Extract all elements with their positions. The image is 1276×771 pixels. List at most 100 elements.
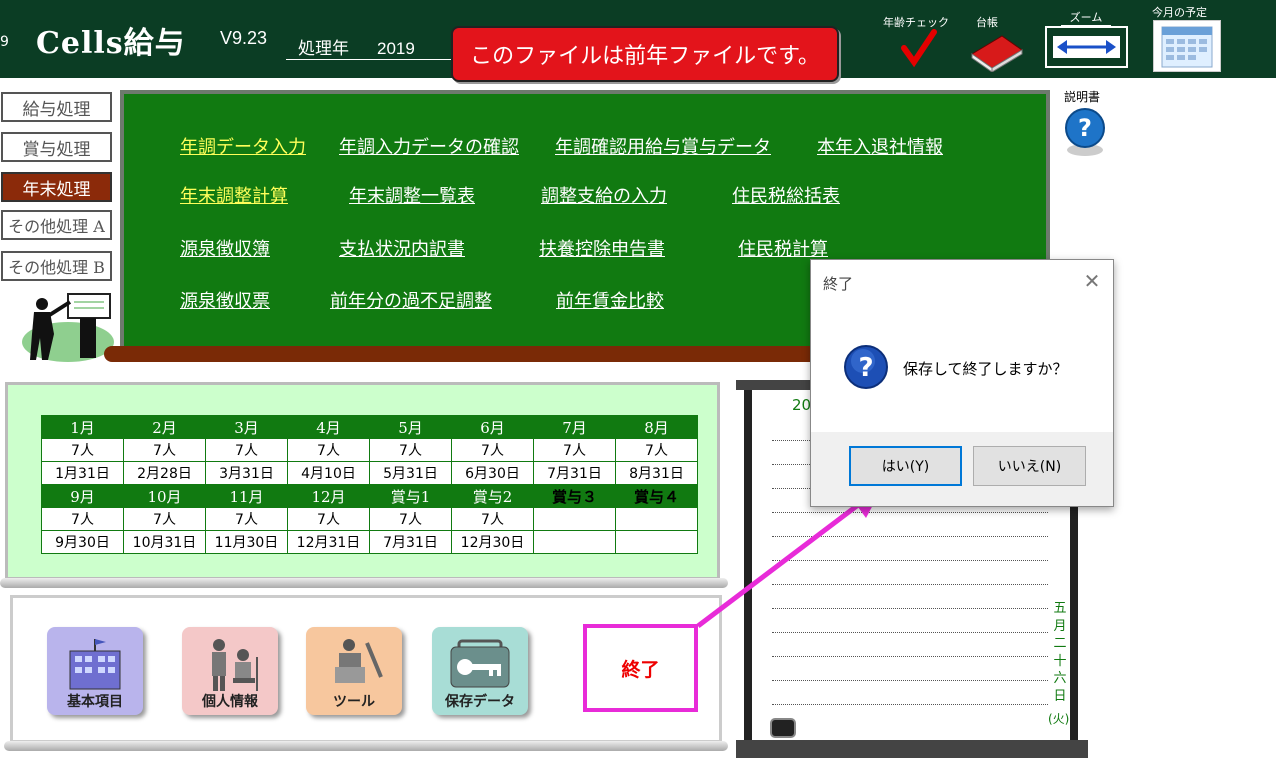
date-char: 月: [1053, 618, 1067, 634]
month-header[interactable]: 8月: [615, 415, 698, 439]
menu-resident-tax-calc[interactable]: 住民税計算: [738, 235, 828, 261]
menu-adjustment-payment[interactable]: 調整支給の入力: [541, 182, 667, 208]
board-scroll-knob[interactable]: [770, 718, 796, 738]
employee-count: 7人: [615, 438, 698, 462]
dialog-close-icon[interactable]: ✕: [1079, 268, 1105, 294]
yes-button[interactable]: はい(Y): [849, 446, 962, 486]
employee-count: 7人: [533, 438, 616, 462]
board-year: 20: [792, 396, 812, 414]
personal-info-label: 個人情報: [202, 694, 258, 710]
employee-count: [533, 507, 616, 531]
month-header[interactable]: 12月: [287, 484, 370, 508]
key-case-icon: [450, 639, 510, 688]
pay-date: 2月28日: [123, 461, 206, 485]
menu-payment-breakdown[interactable]: 支払状況内訳書: [339, 235, 465, 261]
nav-salary[interactable]: 給与処理: [1, 92, 112, 122]
personal-info-button[interactable]: 個人情報: [182, 627, 278, 715]
pay-date: 12月30日: [451, 530, 534, 554]
presenter-illustration: [18, 290, 114, 362]
table-row: 9月 10月 11月 12月 賞与1 賞与2 賞与３ 賞与４: [41, 484, 698, 508]
pay-date: 7月31日: [369, 530, 452, 554]
pay-date: 7月31日: [533, 461, 616, 485]
exit-button[interactable]: 終了: [583, 624, 698, 712]
red-book-icon: [971, 35, 1023, 73]
svg-text:?: ?: [1078, 114, 1092, 142]
help-icon: ?: [1065, 108, 1105, 156]
tools-label: ツール: [333, 694, 375, 710]
menu-year-end-list[interactable]: 年末調整一覧表: [349, 182, 475, 208]
month-header[interactable]: 9月: [41, 484, 124, 508]
month-header[interactable]: 4月: [287, 415, 370, 439]
date-char: 二: [1053, 636, 1067, 651]
previous-year-banner: このファイルは前年ファイルです。: [451, 26, 839, 82]
ledger-button[interactable]: [968, 28, 1026, 73]
month-header[interactable]: 10月: [123, 484, 206, 508]
nav-year-end[interactable]: 年末処理: [1, 172, 112, 202]
menu-hire-leave-info[interactable]: 本年入退社情報: [817, 133, 943, 159]
bonus-header[interactable]: 賞与４: [615, 484, 698, 508]
month-header[interactable]: 3月: [205, 415, 288, 439]
basic-items-button[interactable]: 基本項目: [47, 627, 143, 715]
menu-year-end-input-check[interactable]: 年調入力データの確認: [339, 133, 519, 159]
tools-button[interactable]: ツール: [306, 627, 402, 715]
nav-other-a[interactable]: その他処理 A: [1, 210, 112, 240]
no-button[interactable]: いいえ(N): [973, 446, 1086, 486]
pay-date: 8月31日: [615, 461, 698, 485]
panel-shelf: [4, 741, 728, 751]
zoom-label: ズーム: [1061, 9, 1111, 26]
pay-date: 4月10日: [287, 461, 370, 485]
employee-count: 7人: [123, 438, 206, 462]
version-label: V9.23: [220, 28, 268, 48]
saved-data-button[interactable]: 保存データ: [432, 627, 528, 715]
employee-count: 7人: [369, 507, 452, 531]
date-char: 五: [1053, 601, 1067, 616]
menu-dependent-declaration[interactable]: 扶養控除申告書: [539, 235, 665, 261]
bonus-header[interactable]: 賞与1: [369, 484, 452, 508]
month-header[interactable]: 5月: [369, 415, 452, 439]
month-header[interactable]: 6月: [451, 415, 534, 439]
employee-count: 7人: [41, 507, 124, 531]
pay-date: 6月30日: [451, 461, 534, 485]
schedule-button[interactable]: [1153, 20, 1221, 72]
bonus-header[interactable]: 賞与2: [451, 484, 534, 508]
month-header[interactable]: 1月: [41, 415, 124, 439]
employee-count: 7人: [369, 438, 452, 462]
menu-salary-bonus-check-data[interactable]: 年調確認用給与賞与データ: [555, 133, 771, 159]
menu-prior-year-adjustment[interactable]: 前年分の過不足調整: [330, 287, 492, 313]
menu-withholding-slip[interactable]: 源泉徴収票: [180, 287, 270, 313]
employee-count: [615, 507, 698, 531]
month-header[interactable]: 11月: [205, 484, 288, 508]
age-check-button[interactable]: [898, 28, 938, 68]
employee-count: 7人: [205, 507, 288, 531]
pay-date: 5月31日: [369, 461, 452, 485]
menu-year-end-calculation[interactable]: 年末調整計算: [180, 182, 288, 208]
manual-button[interactable]: ?: [1062, 106, 1108, 158]
table-row: 1月31日 2月28日 3月31日 4月10日 5月31日 6月30日 7月31…: [41, 461, 698, 485]
month-header[interactable]: 2月: [123, 415, 206, 439]
pay-date: 1月31日: [41, 461, 124, 485]
month-header[interactable]: 7月: [533, 415, 616, 439]
board-bottom-bar: [736, 740, 1088, 758]
menu-resident-tax-summary[interactable]: 住民税総括表: [732, 182, 840, 208]
year-value: 2019: [377, 39, 415, 58]
bonus-header[interactable]: 賞与３: [533, 484, 616, 508]
menu-prior-year-wage-compare[interactable]: 前年賃金比較: [556, 287, 664, 313]
dialog-footer: はい(Y) いいえ(N): [811, 432, 1113, 506]
board-weekday: (火): [1048, 712, 1070, 726]
processing-year: 処理年 2019: [286, 34, 456, 60]
month-calendar-table: 1月 2月 3月 4月 5月 6月 7月 8月 7人 7人 7人 7人 7人 7…: [41, 415, 698, 554]
nav-bonus[interactable]: 賞与処理: [1, 132, 112, 162]
pay-date: 10月31日: [123, 530, 206, 554]
exit-confirm-dialog: 終了 ✕ ? 保存して終了しますか？ はい(Y) いいえ(N): [810, 259, 1114, 507]
employee-count: 7人: [205, 438, 288, 462]
menu-year-end-data-input[interactable]: 年調データ入力: [180, 133, 306, 159]
saved-data-label: 保存データ: [445, 694, 515, 710]
employee-count: 7人: [41, 438, 124, 462]
nav-other-b[interactable]: その他処理 B: [1, 251, 112, 281]
dialog-title: 終了: [823, 275, 854, 293]
zoom-button[interactable]: [1045, 26, 1128, 68]
employee-count: 7人: [451, 507, 534, 531]
table-row: 1月 2月 3月 4月 5月 6月 7月 8月: [41, 415, 698, 439]
panel-shelf: [0, 578, 728, 588]
menu-withholding-ledger[interactable]: 源泉徴収簿: [180, 235, 270, 261]
